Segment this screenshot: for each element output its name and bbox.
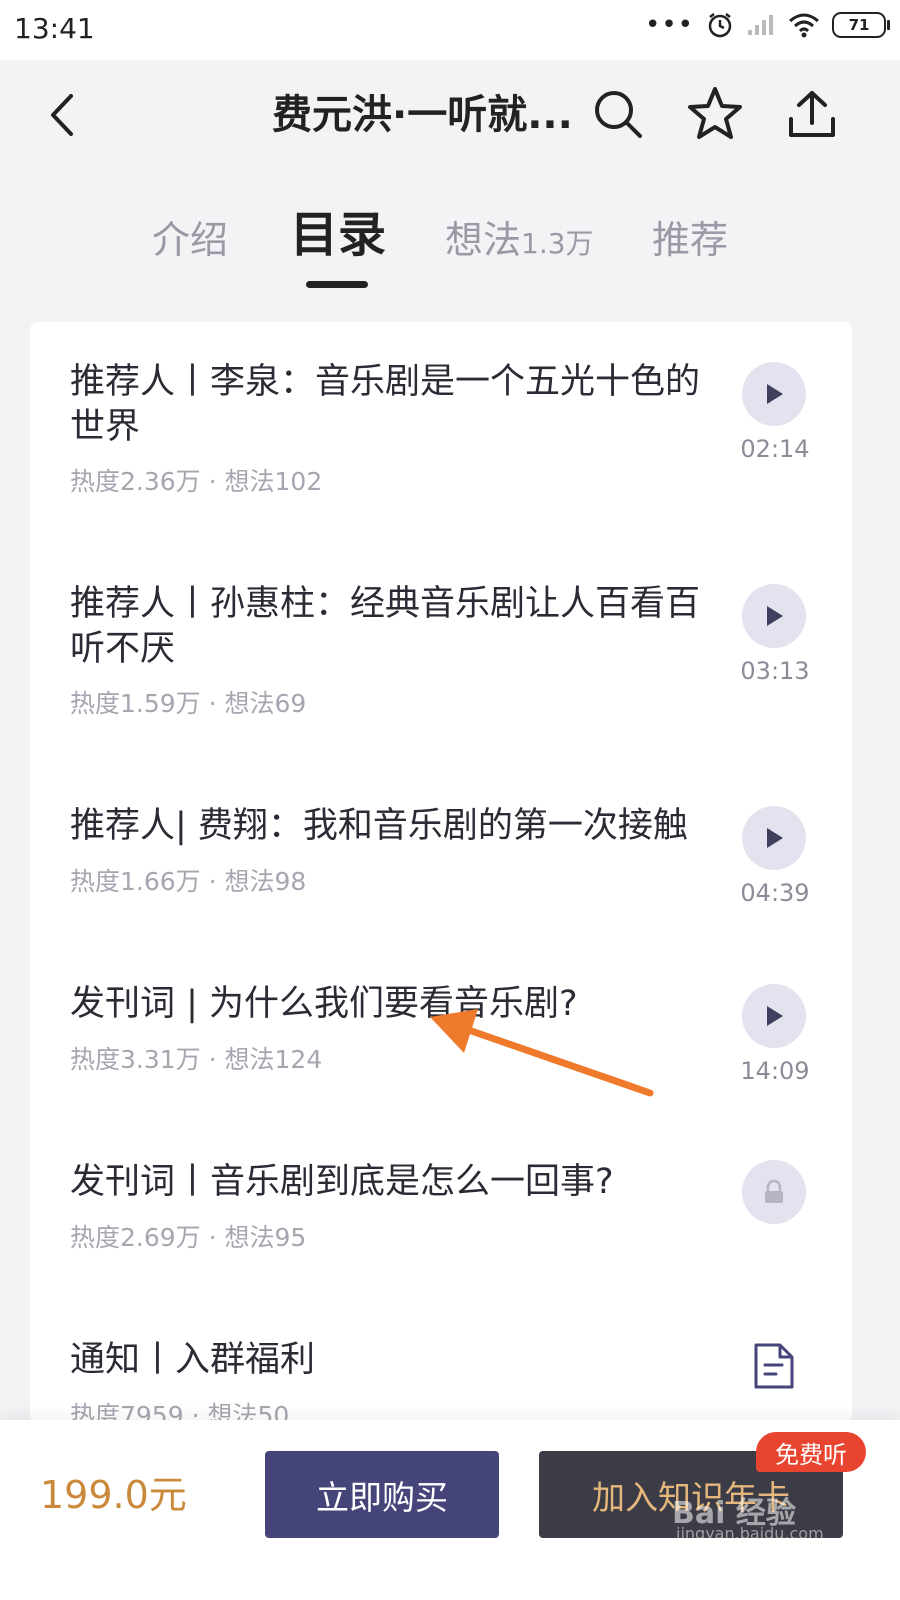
list-item[interactable]: 推荐人丨李泉：音乐剧是一个五光十色的世界 热度2.36万 · 想法102 02:… [30,322,852,542]
tab-intro[interactable]: 介绍 [152,215,228,265]
battery-icon: 71 [832,12,890,38]
play-button[interactable] [742,362,806,426]
header-bar: 费元洪·一听就... [0,60,900,170]
item-meta: 热度2.69万 · 想法95 [70,1223,307,1252]
item-title: 发刊词丨音乐剧到底是怎么一回事? [70,1162,614,1202]
back-button[interactable] [40,90,84,140]
item-title: 推荐人丨孙惠柱：经典音乐剧让人百看百听不厌 [70,584,701,669]
play-button[interactable] [742,584,806,648]
play-icon [767,606,783,626]
lock-icon [765,1179,783,1203]
play-icon [767,1006,783,1026]
list-item[interactable]: 推荐人| 费翔：我和音乐剧的第一次接触 热度1.66万 · 想法98 04:39 [30,766,852,944]
play-button[interactable] [742,806,806,870]
search-button[interactable] [588,84,648,144]
bottom-purchase-bar: 199.0元 立即购买 加入知识年卡 免费听 Bai 经验 jingyan.ba… [0,1420,900,1600]
watermark-url: jingyan.baidu.com [676,1524,824,1543]
share-button[interactable] [782,84,842,144]
item-title: 通知丨入群福利 [70,1340,316,1380]
annotation-arrow-icon [430,1009,654,1097]
item-meta: 热度2.36万 · 想法102 [70,467,323,496]
tab-ideas[interactable]: 想法1.3万 [445,215,594,269]
item-duration: 02:14 [740,435,810,463]
list-item[interactable]: 推荐人丨孙惠柱：经典音乐剧让人百看百听不厌 热度1.59万 · 想法69 03:… [30,544,852,764]
wifi-icon [789,13,819,38]
battery-level: 71 [848,16,870,34]
price-label: 199.0元 [40,1473,187,1517]
play-button[interactable] [742,984,806,1048]
item-meta: 热度1.66万 · 想法98 [70,867,307,896]
document-button[interactable] [752,1340,796,1392]
catalog-list: 推荐人丨李泉：音乐剧是一个五光十色的世界 热度2.36万 · 想法102 02:… [30,322,852,1422]
item-duration: 03:13 [740,657,810,685]
item-duration: 14:09 [740,1057,810,1085]
tab-recommend[interactable]: 推荐 [652,215,728,265]
status-bar: 13:41 ••• 71 [0,0,900,60]
share-upload-icon [789,91,835,137]
tab-catalog[interactable]: 目录 [290,210,386,260]
item-meta: 热度1.59万 · 想法69 [70,689,307,718]
play-icon [767,828,783,848]
play-icon [767,384,783,404]
item-meta: 热度7959 · 想法50 [70,1401,290,1422]
locked-indicator[interactable] [742,1160,806,1224]
tab-bar: 介绍 目录 想法1.3万 推荐 [0,205,900,295]
list-item[interactable]: 通知丨入群福利 热度7959 · 想法50 [30,1300,852,1422]
star-icon [688,87,742,139]
page-title: 费元洪·一听就... [272,92,573,138]
active-tab-indicator [306,281,368,288]
item-duration: 04:39 [740,879,810,907]
more-dots-icon: ••• [644,10,694,40]
tab-ideas-count: 1.3万 [521,227,594,260]
alarm-icon [708,13,732,38]
chevron-left-icon [51,94,73,136]
item-title: 推荐人丨李泉：音乐剧是一个五光十色的世界 [70,362,701,447]
signal-icon [748,15,773,35]
status-time: 13:41 [14,12,95,45]
buy-now-button[interactable]: 立即购买 [265,1451,499,1538]
item-title: 推荐人| 费翔：我和音乐剧的第一次接触 [70,806,688,846]
document-icon [754,1343,794,1389]
tab-ideas-label: 想法 [445,218,522,262]
list-item[interactable]: 发刊词丨音乐剧到底是怎么一回事? 热度2.69万 · 想法95 [30,1122,852,1300]
favorite-button[interactable] [685,84,745,144]
free-listen-badge: 免费听 [756,1432,866,1472]
search-icon [595,91,642,138]
status-icons: ••• 71 [644,10,890,40]
item-meta: 热度3.31万 · 想法124 [70,1045,323,1074]
